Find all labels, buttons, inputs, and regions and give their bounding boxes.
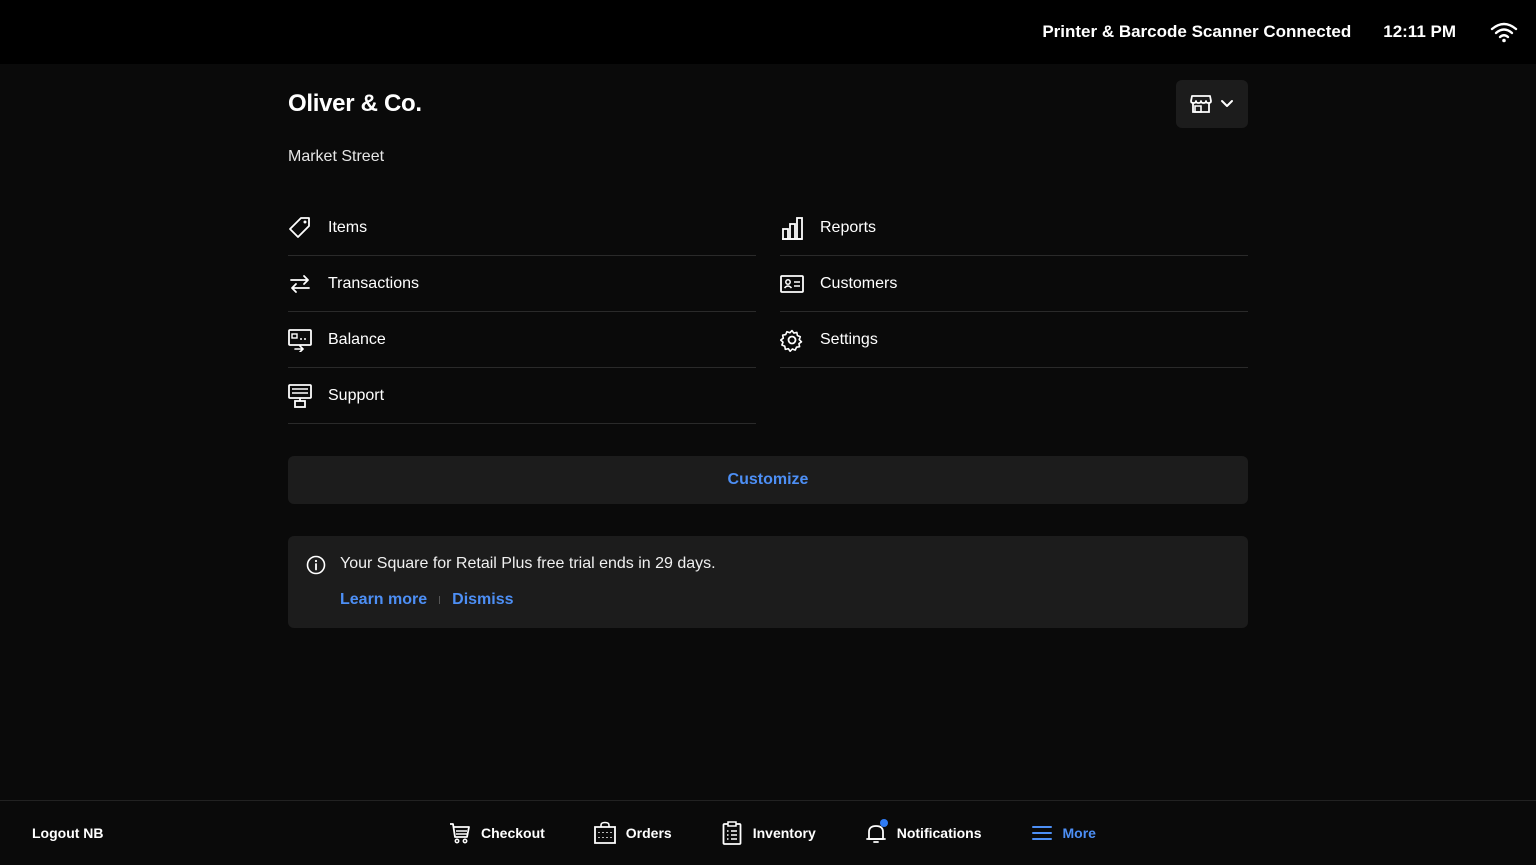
menu-item-transactions[interactable]: Transactions [288,256,756,312]
tab-notifications[interactable]: Notifications [864,819,982,845]
storefront-icon [1190,94,1212,114]
banner-links: Learn more Dismiss [340,591,514,609]
bar-chart-icon [780,216,804,240]
tab-checkout[interactable]: Checkout [448,821,545,845]
clock: 12:11 PM [1383,22,1456,41]
main-content: Oliver & Co. Market Street Items Transac… [288,64,1248,628]
learn-more-link[interactable]: Learn more [340,591,427,609]
balance-icon [288,328,312,352]
customize-button[interactable]: Customize [288,456,1248,504]
arrows-icon [288,272,312,296]
dismiss-link[interactable]: Dismiss [452,591,513,609]
notification-badge [879,819,888,827]
menu-item-label: Balance [328,330,386,348]
connection-status: Printer & Barcode Scanner Connected [1042,22,1352,41]
bottom-nav: Logout NB Checkout Orders Inventory Noti… [0,800,1536,864]
store-selector-button[interactable] [1176,80,1248,128]
menu-item-label: Reports [820,218,877,236]
bag-icon [593,821,617,845]
menu-item-settings[interactable]: Settings [780,312,1248,368]
id-card-icon [780,272,804,296]
clipboard-icon [720,821,744,845]
tab-more[interactable]: More [1030,821,1096,845]
logout-button[interactable]: Logout NB [32,825,104,841]
info-icon [306,555,326,575]
menu-column-left: Items Transactions Balance Support [288,200,756,424]
menu-item-label: Transactions [328,274,419,292]
menu-item-reports[interactable]: Reports [780,200,1248,256]
tag-icon [288,216,312,240]
location-name: Market Street [288,148,385,165]
tab-label: More [1062,825,1096,841]
nav-tabs: Checkout Orders Inventory Notifications … [448,801,1144,865]
chevron-down-icon [1220,99,1234,109]
banner-message: Your Square for Retail Plus free trial e… [340,555,716,572]
status-bar: Printer & Barcode Scanner Connected 12:1… [0,0,1536,64]
menu-column-right: Reports Customers Settings [780,200,1248,424]
cart-icon [448,821,472,845]
menu-item-label: Items [328,218,368,236]
link-divider [439,596,441,604]
menu-item-label: Settings [820,330,878,348]
menu-item-support[interactable]: Support [288,368,756,424]
tab-label: Notifications [896,825,982,841]
tab-inventory[interactable]: Inventory [720,821,816,845]
header: Oliver & Co. [288,64,1248,144]
menu-icon [1030,821,1054,845]
tab-orders[interactable]: Orders [593,821,672,845]
support-icon [288,383,312,408]
menu-item-label: Support [328,386,385,404]
tab-label: Inventory [752,825,816,841]
trial-banner: Your Square for Retail Plus free trial e… [288,536,1248,628]
wifi-icon [1490,21,1518,43]
menu-item-balance[interactable]: Balance [288,312,756,368]
gear-icon [780,328,804,352]
menu-grid: Items Transactions Balance Support Repor… [288,200,1248,424]
menu-item-items[interactable]: Items [288,200,756,256]
tab-label: Checkout [481,825,545,841]
tab-label: Orders [625,825,672,841]
bell-icon [864,819,888,845]
business-name: Oliver & Co. [288,90,422,117]
menu-item-customers[interactable]: Customers [780,256,1248,312]
menu-item-label: Customers [820,274,898,292]
